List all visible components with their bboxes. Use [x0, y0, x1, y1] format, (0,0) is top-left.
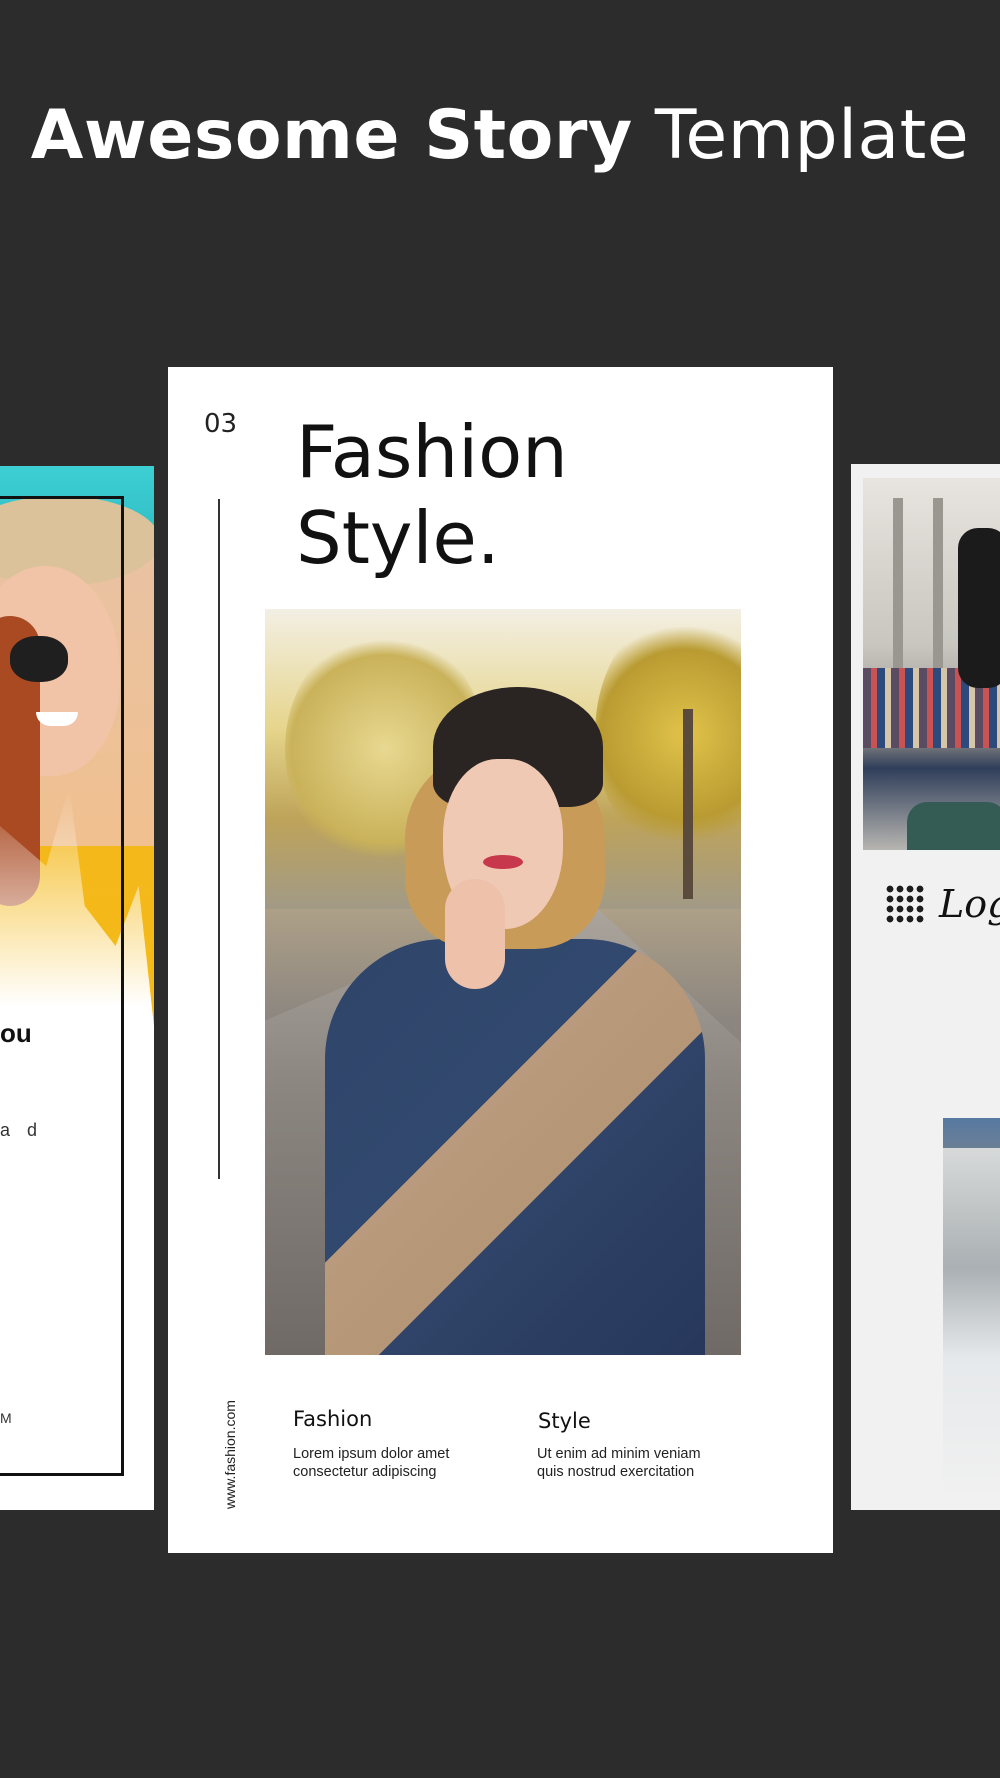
headline-light: Template: [654, 96, 970, 175]
story-card-main[interactable]: 03 Fashion Style. Fashion Lorem ipsum do…: [168, 367, 833, 1553]
left-card-subtext: a d: [0, 1120, 44, 1140]
right-photo-skater: [958, 528, 1000, 688]
story-title-line1: Fashion: [296, 410, 568, 494]
headline-bold: Awesome Story: [30, 96, 633, 175]
left-card-frame: [0, 496, 124, 1476]
photo-lips: [483, 855, 523, 869]
column-1-body-line1: Lorem ipsum dolor amet: [293, 1446, 450, 1462]
website-url: www.fashion.com: [222, 1400, 238, 1509]
left-card-footer: M: [0, 1410, 12, 1426]
story-title: Fashion Style.: [296, 409, 568, 581]
headline: Awesome Story Template: [0, 96, 1000, 175]
photo-palm: [683, 709, 693, 899]
vertical-divider: [218, 499, 220, 1179]
story-card-left[interactable]: ou a d M: [0, 466, 154, 1510]
column-2-body-line2: quis nostrud exercitation: [537, 1464, 695, 1480]
right-photo-ramp: [907, 802, 1000, 850]
right-card-photo-skatepark: [863, 478, 1000, 850]
story-card-right[interactable]: Logo: [851, 464, 1000, 1510]
right-card-logo-mark-icon: [885, 884, 925, 924]
column-1-body: Lorem ipsum dolor amet consectetur adipi…: [293, 1445, 503, 1481]
story-number: 03: [204, 409, 238, 439]
column-1-heading: Fashion: [293, 1407, 373, 1431]
column-2-body: Ut enim ad minim veniam quis nostrud exe…: [537, 1445, 747, 1481]
column-1-body-line2: consectetur adipiscing: [293, 1464, 437, 1480]
photo-jacket: [325, 939, 705, 1355]
story-title-line2: Style.: [296, 496, 500, 580]
column-2-heading: Style: [538, 1409, 591, 1433]
right-card-photo-bowl: [943, 1118, 1000, 1490]
main-card-photo: [265, 609, 741, 1355]
photo-hand: [445, 879, 505, 989]
right-card-logo-text: Logo: [939, 882, 1000, 926]
column-2-body-line1: Ut enim ad minim veniam: [537, 1446, 701, 1462]
left-card-heading: ou: [0, 1018, 32, 1048]
